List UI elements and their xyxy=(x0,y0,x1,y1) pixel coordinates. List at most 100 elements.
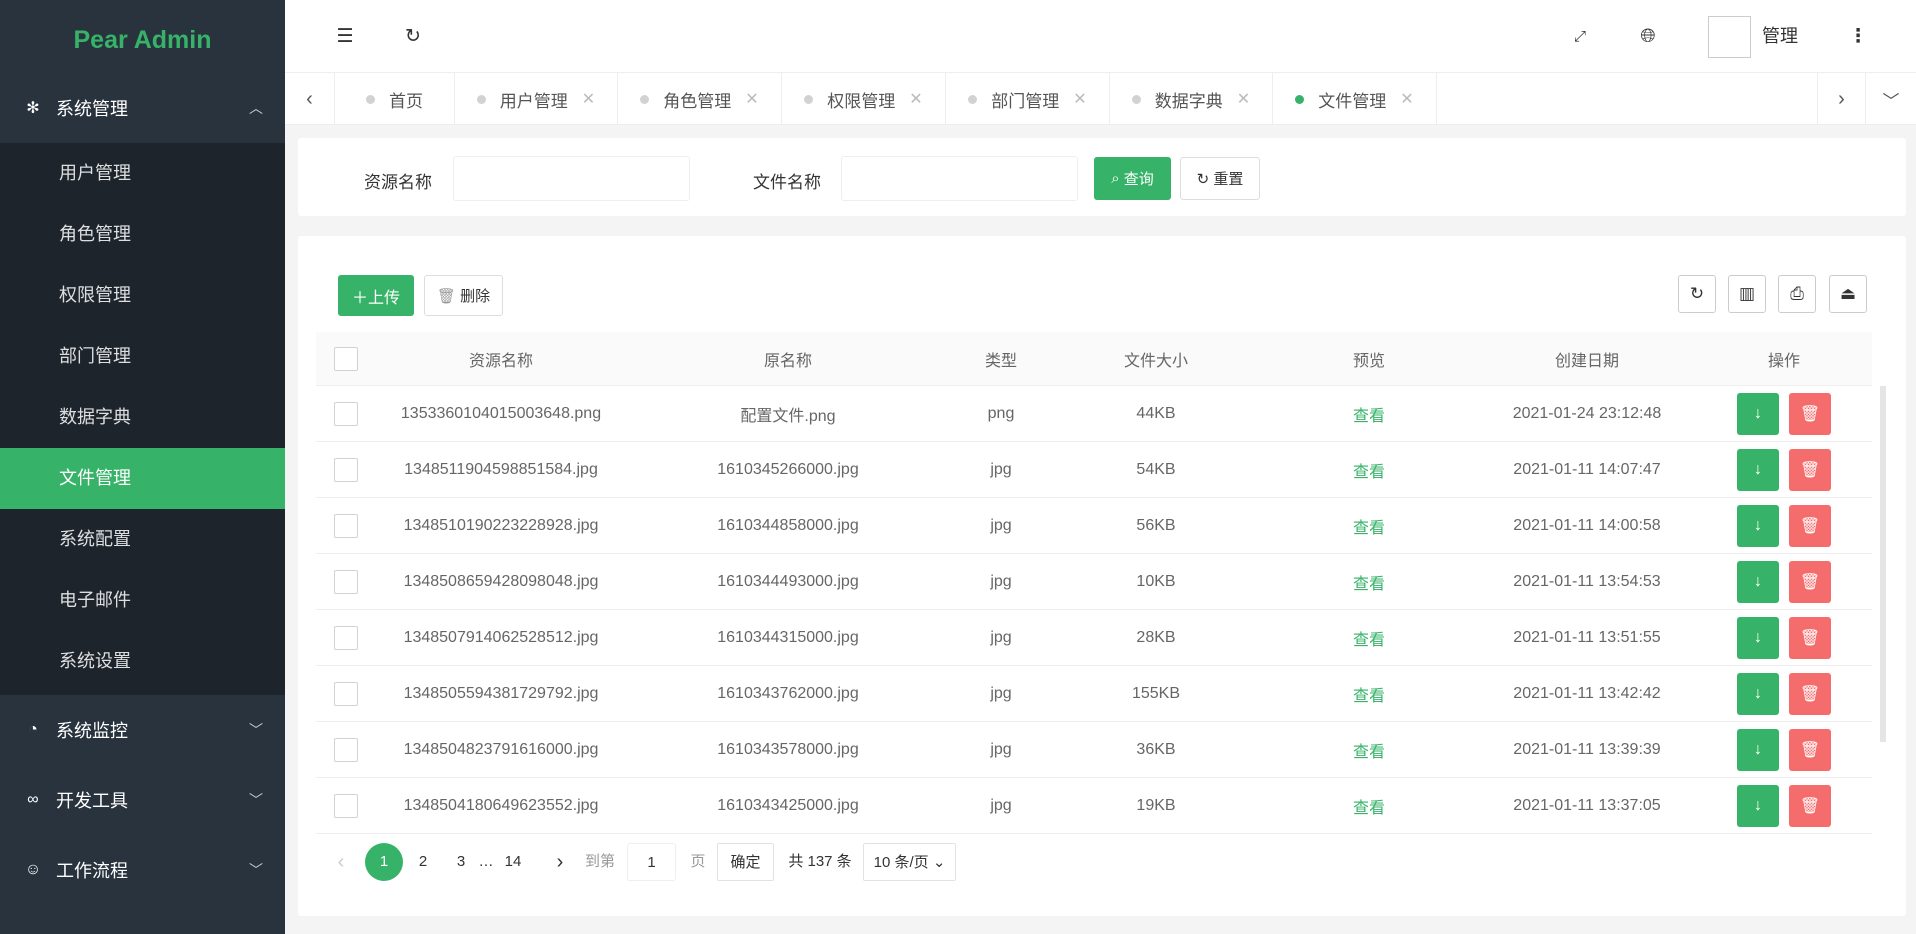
select-all-checkbox[interactable] xyxy=(334,346,358,371)
print-icon[interactable]: ⎙ xyxy=(1778,275,1816,313)
sidebar-group-workflow[interactable]: ☺ 工作流程 ﹀ xyxy=(0,835,285,905)
preview-link[interactable]: 查看 xyxy=(1260,682,1478,706)
delete-label: 删除 xyxy=(460,288,491,305)
sidebar-item[interactable]: 系统配置 xyxy=(0,509,285,570)
page-size-select[interactable]: 10 条/页 ⌄ xyxy=(863,843,956,881)
close-icon[interactable]: ✕ xyxy=(1073,89,1086,109)
user-name[interactable]: 管理 xyxy=(1755,0,1805,73)
download-icon[interactable]: ↓ xyxy=(1737,392,1779,435)
row-checkbox[interactable] xyxy=(334,401,358,426)
refresh-icon[interactable]: ↻ xyxy=(393,0,433,73)
table-cell: 2021-01-11 13:37:05 xyxy=(1513,796,1661,814)
sidebar-group-system[interactable]: ✻ 系统管理 ︿ xyxy=(0,73,285,143)
trash-icon[interactable]: 🗑︎ xyxy=(1789,672,1831,715)
row-checkbox[interactable] xyxy=(334,569,358,594)
row-checkbox[interactable] xyxy=(334,625,358,650)
table-cell: 1610343425000.jpg xyxy=(717,796,859,814)
logo: Pear Admin xyxy=(73,26,212,54)
download-icon[interactable]: ↓ xyxy=(1737,504,1779,547)
prev-page-icon[interactable]: ‹ xyxy=(326,843,356,881)
trash-icon[interactable]: 🗑︎ xyxy=(1789,616,1831,659)
trash-icon[interactable]: 🗑︎ xyxy=(1789,504,1831,547)
table-refresh-icon[interactable]: ↻ xyxy=(1678,275,1716,313)
tab[interactable]: 角色管理 ✕ xyxy=(618,73,782,125)
actions-cell: ↓ 🗑︎ xyxy=(1696,504,1872,547)
tab-scroll-left-icon[interactable]: ‹ xyxy=(285,73,335,125)
sidebar-item[interactable]: 角色管理 xyxy=(0,204,285,265)
trash-icon[interactable]: 🗑︎ xyxy=(1789,784,1831,827)
row-checkbox[interactable] xyxy=(334,681,358,706)
table-scrollbar[interactable] xyxy=(1880,386,1886,742)
avatar[interactable] xyxy=(1708,16,1751,58)
page-button[interactable]: 2 xyxy=(405,843,441,881)
download-icon[interactable]: ↓ xyxy=(1737,672,1779,715)
close-icon[interactable]: ✕ xyxy=(1400,89,1413,109)
sidebar-item[interactable]: 权限管理 xyxy=(0,265,285,326)
page-button[interactable]: 14 xyxy=(495,843,531,881)
close-icon[interactable]: ✕ xyxy=(909,89,922,109)
trash-icon[interactable]: 🗑︎ xyxy=(1789,392,1831,435)
fullscreen-icon[interactable]: ⤢ xyxy=(1560,0,1600,73)
reset-button[interactable]: ↻ 重置 xyxy=(1180,157,1260,200)
file-name-input[interactable] xyxy=(841,156,1078,201)
delete-button[interactable]: 🗑︎ 删除 xyxy=(424,275,503,316)
resource-name-input[interactable] xyxy=(453,156,690,201)
tab[interactable]: 数据字典 ✕ xyxy=(1110,73,1273,125)
table-row: 1348511904598851584.jpg 1610345266000.jpg… xyxy=(316,442,1872,498)
upload-button[interactable]: ＋上传 xyxy=(338,275,414,316)
preview-link[interactable]: 查看 xyxy=(1260,626,1478,650)
page-button[interactable]: 1 xyxy=(365,843,403,881)
preview-link[interactable]: 查看 xyxy=(1260,514,1478,538)
export-icon[interactable]: ⏏ xyxy=(1829,275,1867,313)
columns-icon[interactable]: ▥ xyxy=(1728,275,1766,313)
tab[interactable]: 首页 xyxy=(335,73,455,125)
tab[interactable]: 文件管理 ✕ xyxy=(1273,73,1437,125)
row-checkbox[interactable] xyxy=(334,513,358,538)
preview-link[interactable]: 查看 xyxy=(1260,794,1478,818)
trash-icon[interactable]: 🗑︎ xyxy=(1789,728,1831,771)
sidebar-group-monitor[interactable]: ◔ 系统监控 ﹀ xyxy=(0,695,285,765)
row-checkbox[interactable] xyxy=(334,793,358,818)
tab[interactable]: 用户管理 ✕ xyxy=(455,73,618,125)
total-count: 共 137 条 xyxy=(788,853,852,870)
row-checkbox[interactable] xyxy=(334,457,358,482)
header-checkbox-cell xyxy=(316,346,376,371)
sidebar-item[interactable]: 用户管理 xyxy=(0,143,285,204)
trash-icon[interactable]: 🗑︎ xyxy=(1789,560,1831,603)
row-checkbox[interactable] xyxy=(334,737,358,762)
tab[interactable]: 权限管理 ✕ xyxy=(782,73,946,125)
goto-page-input[interactable]: 1 xyxy=(627,843,676,881)
download-icon[interactable]: ↓ xyxy=(1737,448,1779,491)
tab-dropdown-icon[interactable]: ﹀ xyxy=(1866,73,1916,125)
close-icon[interactable]: ✕ xyxy=(1237,89,1250,109)
preview-link[interactable]: 查看 xyxy=(1260,402,1478,426)
more-icon[interactable]: ⋮ xyxy=(1838,0,1878,73)
sidebar-item[interactable]: 系统设置 xyxy=(0,631,285,692)
download-icon[interactable]: ↓ xyxy=(1737,616,1779,659)
tab-label: 角色管理 xyxy=(663,91,732,111)
query-button[interactable]: ⌕ 查询 xyxy=(1094,157,1171,200)
preview-link[interactable]: 查看 xyxy=(1260,570,1478,594)
sidebar-item[interactable]: 文件管理 xyxy=(0,448,285,509)
column-header: 原名称 xyxy=(763,352,812,370)
sidebar-item[interactable]: 部门管理 xyxy=(0,326,285,387)
tab[interactable]: 部门管理 ✕ xyxy=(946,73,1110,125)
globe-icon[interactable]: 🌐︎ xyxy=(1628,0,1668,73)
download-icon[interactable]: ↓ xyxy=(1737,728,1779,771)
next-page-icon[interactable]: › xyxy=(545,843,575,881)
menu-fold-icon[interactable]: ☰ xyxy=(325,0,365,73)
preview-link[interactable]: 查看 xyxy=(1260,738,1478,762)
sidebar-item[interactable]: 数据字典 xyxy=(0,387,285,448)
trash-icon[interactable]: 🗑︎ xyxy=(1789,448,1831,491)
download-icon[interactable]: ↓ xyxy=(1737,560,1779,603)
close-icon[interactable]: ✕ xyxy=(745,89,758,109)
sidebar-item[interactable]: 电子邮件 xyxy=(0,570,285,631)
goto-confirm-button[interactable]: 确定 xyxy=(717,843,774,881)
download-icon[interactable]: ↓ xyxy=(1737,784,1779,827)
preview-link[interactable]: 查看 xyxy=(1260,458,1478,482)
table-cell: 2021-01-11 14:00:58 xyxy=(1513,516,1661,534)
close-icon[interactable]: ✕ xyxy=(582,89,595,109)
group-label: 系统监控 xyxy=(56,721,128,741)
tab-scroll-right-icon[interactable]: › xyxy=(1817,73,1866,125)
sidebar-group-devtools[interactable]: ∞ 开发工具 ﹀ xyxy=(0,765,285,835)
